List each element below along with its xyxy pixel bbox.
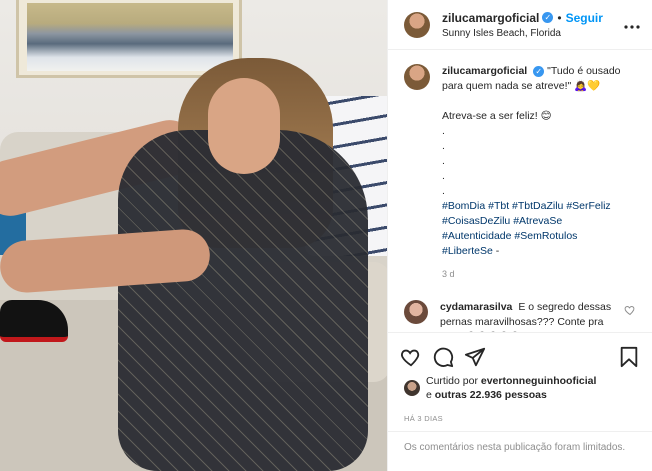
like-comment-heart-icon[interactable]	[624, 304, 636, 316]
caption-time[interactable]: 3 d	[442, 267, 636, 282]
commenter-avatar[interactable]	[404, 300, 428, 324]
photo-dress	[118, 130, 368, 471]
hashtag-link[interactable]: #TbtDaZilu	[512, 200, 563, 212]
hashtag-link[interactable]: #Tbt	[488, 200, 509, 212]
share-icon[interactable]	[464, 346, 486, 368]
hashtag-link[interactable]: #Autenticidade	[442, 230, 511, 242]
hashtag-tail: -	[492, 245, 500, 257]
caption: zilucamargoficial ✓ "Tudo é ousado para q…	[404, 64, 636, 282]
caption-line: .	[442, 170, 445, 182]
caption-body: zilucamargoficial ✓ "Tudo é ousado para q…	[442, 64, 636, 282]
hashtag-link[interactable]: #BomDia	[442, 200, 485, 212]
comment-item: cydamarasilva E o segredo dessas pernas …	[404, 300, 636, 332]
likes-joiner: e	[426, 389, 432, 401]
post-location[interactable]: Sunny Isles Beach, Florida	[442, 28, 624, 39]
photo-face	[208, 78, 280, 174]
separator-dot: •	[557, 10, 562, 25]
caption-line: .	[442, 155, 445, 167]
follow-button[interactable]: Seguir	[566, 11, 603, 25]
caption-line: .	[442, 185, 445, 197]
heart-icon[interactable]	[400, 346, 422, 368]
likes-summary: Curtido por evertonneguinhooficial e out…	[388, 372, 652, 402]
hashtag-link[interactable]: #LiberteSe	[442, 245, 493, 257]
instagram-post: zilucamargoficial ✓ • Seguir Sunny Isles…	[0, 0, 652, 471]
more-icon[interactable]	[624, 16, 640, 34]
bookmark-icon[interactable]	[618, 346, 640, 368]
hashtag-link[interactable]: #CoisasDeZilu	[442, 215, 510, 227]
likes-prefix: Curtido por	[426, 375, 478, 387]
author-username[interactable]: zilucamargoficial	[442, 11, 539, 25]
post-photo[interactable]	[0, 0, 387, 471]
caption-username[interactable]: zilucamargoficial	[442, 65, 527, 77]
caption-line: Atreva-se a ser feliz! 😊	[442, 110, 552, 122]
hashtag-link[interactable]: #SerFeliz	[566, 200, 610, 212]
photo-wall-painting	[16, 0, 242, 78]
author-avatar[interactable]	[404, 11, 430, 38]
liker-avatar[interactable]	[404, 380, 420, 396]
action-bar	[388, 332, 652, 372]
hashtag-line: #LiberteSe -	[442, 244, 636, 259]
comments-limited-notice: Os comentários nesta publicação foram li…	[388, 431, 652, 471]
caption-line: .	[442, 140, 445, 152]
caption-avatar[interactable]	[404, 64, 430, 90]
hashtag-line: #BomDia #Tbt #TbtDaZilu #SerFeliz	[442, 199, 636, 214]
comments-section[interactable]: zilucamargoficial ✓ "Tudo é ousado para q…	[388, 50, 652, 332]
post-side-panel: zilucamargoficial ✓ • Seguir Sunny Isles…	[387, 0, 652, 471]
post-age[interactable]: HÁ 3 DIAS	[388, 402, 652, 431]
hashtag-line: #Autenticidade #SemRotulos	[442, 229, 636, 244]
verified-icon: ✓	[533, 66, 545, 77]
post-header: zilucamargoficial ✓ • Seguir Sunny Isles…	[388, 0, 652, 50]
verified-icon: ✓	[542, 12, 554, 23]
comment-icon[interactable]	[432, 346, 454, 368]
commenter-username[interactable]: cydamarasilva	[440, 301, 512, 313]
likes-count[interactable]: outras 22.936 pessoas	[435, 389, 547, 401]
comment-body: cydamarasilva E o segredo dessas pernas …	[440, 300, 636, 332]
author-info: zilucamargoficial ✓ • Seguir Sunny Isles…	[442, 11, 624, 39]
caption-line	[442, 94, 636, 109]
hashtag-link[interactable]: #SemRotulos	[514, 230, 577, 242]
hashtag-line: #CoisasDeZilu #AtrevaSe	[442, 214, 636, 229]
hashtag-link[interactable]: #AtrevaSe	[513, 215, 562, 227]
liker-username[interactable]: evertonneguinhooficial	[481, 375, 597, 387]
caption-line: .	[442, 125, 445, 137]
